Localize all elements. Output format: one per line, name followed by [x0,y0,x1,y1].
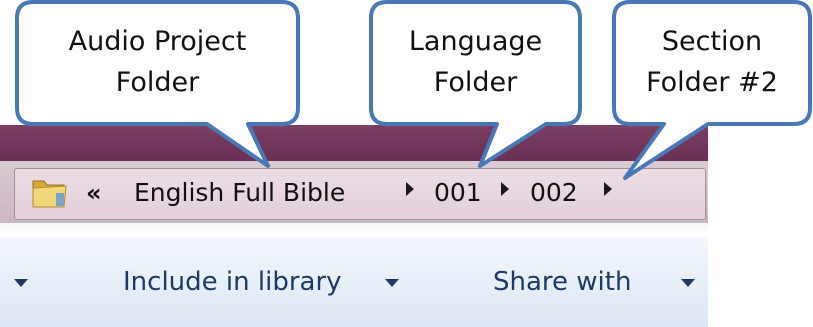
callout-section-label: Section Folder #2 [646,26,778,98]
organize-dropdown-arrow[interactable] [14,279,28,287]
share-with-dropdown-arrow[interactable] [681,279,695,287]
include-in-library-button[interactable]: Include in library [123,264,342,300]
include-in-library-dropdown-arrow[interactable] [385,279,399,287]
divider [0,223,708,237]
share-with-button[interactable]: Share with [493,264,631,300]
callout-audio-project-label: Audio Project Folder [68,26,247,98]
callout-language-label: Language Folder [408,26,543,98]
